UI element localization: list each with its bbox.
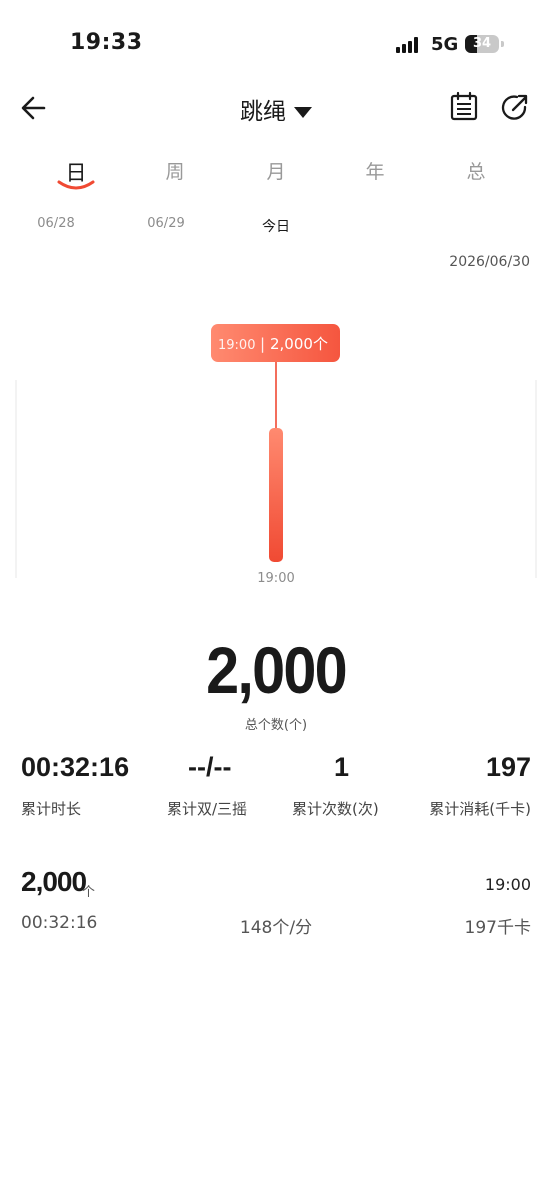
active-tab-indicator <box>57 180 95 190</box>
signal-icon <box>396 37 422 53</box>
battery-tip <box>501 41 504 47</box>
stat-duration-label: 累计时长 <box>21 800 82 818</box>
stat-double-triple-value: --/-- <box>188 752 232 782</box>
tab-week[interactable]: 周 <box>145 157 205 184</box>
record-calories: 197千卡 <box>464 918 531 938</box>
tab-total[interactable]: 总 <box>446 157 506 184</box>
date-item-0629[interactable]: 06/29 <box>131 216 201 231</box>
page-title: 跳绳 <box>240 99 286 125</box>
date-item-0628[interactable]: 06/28 <box>21 216 91 231</box>
stat-calories-value: 197 <box>485 752 531 782</box>
tab-year[interactable]: 年 <box>345 157 405 184</box>
battery-level: 34 <box>472 36 492 51</box>
status-time: 19:33 <box>70 30 143 55</box>
tooltip-time: 19:00 <box>218 338 255 353</box>
stat-double-triple-label: 累计双/三摇 <box>167 800 248 818</box>
record-unit: 个 <box>82 885 96 900</box>
battery-icon: 34 <box>465 35 499 53</box>
total-count-label: 总个数(个) <box>244 718 308 733</box>
calendar-list-icon[interactable] <box>447 90 481 124</box>
share-icon[interactable] <box>498 91 532 125</box>
tooltip-separator: | <box>260 335 265 353</box>
chart-bar-1900[interactable] <box>269 428 283 562</box>
x-tick-label: 19:00 <box>257 571 294 586</box>
record-count: 2,000 <box>21 866 87 897</box>
network-label: 5G <box>431 34 459 55</box>
stat-sessions-label: 累计次数(次) <box>292 800 379 818</box>
tab-month[interactable]: 月 <box>246 157 306 184</box>
caret-down-icon <box>294 107 312 118</box>
total-count: 2,000 <box>206 633 347 707</box>
stat-calories-label: 累计消耗(千卡) <box>429 800 531 818</box>
jump-rope-bar-chart: 19:00 | 2,000个 19:00 <box>15 324 537 586</box>
selected-date: 2026/06/30 <box>449 254 530 270</box>
chart-tooltip: 19:00 | 2,000个 <box>211 324 340 362</box>
record-time: 19:00 <box>484 875 531 894</box>
stat-duration-value: 00:32:16 <box>21 752 130 782</box>
stat-sessions-value: 1 <box>334 752 350 782</box>
tooltip-value: 2,000个 <box>270 335 328 353</box>
date-item-today[interactable]: 今日 <box>241 216 311 236</box>
